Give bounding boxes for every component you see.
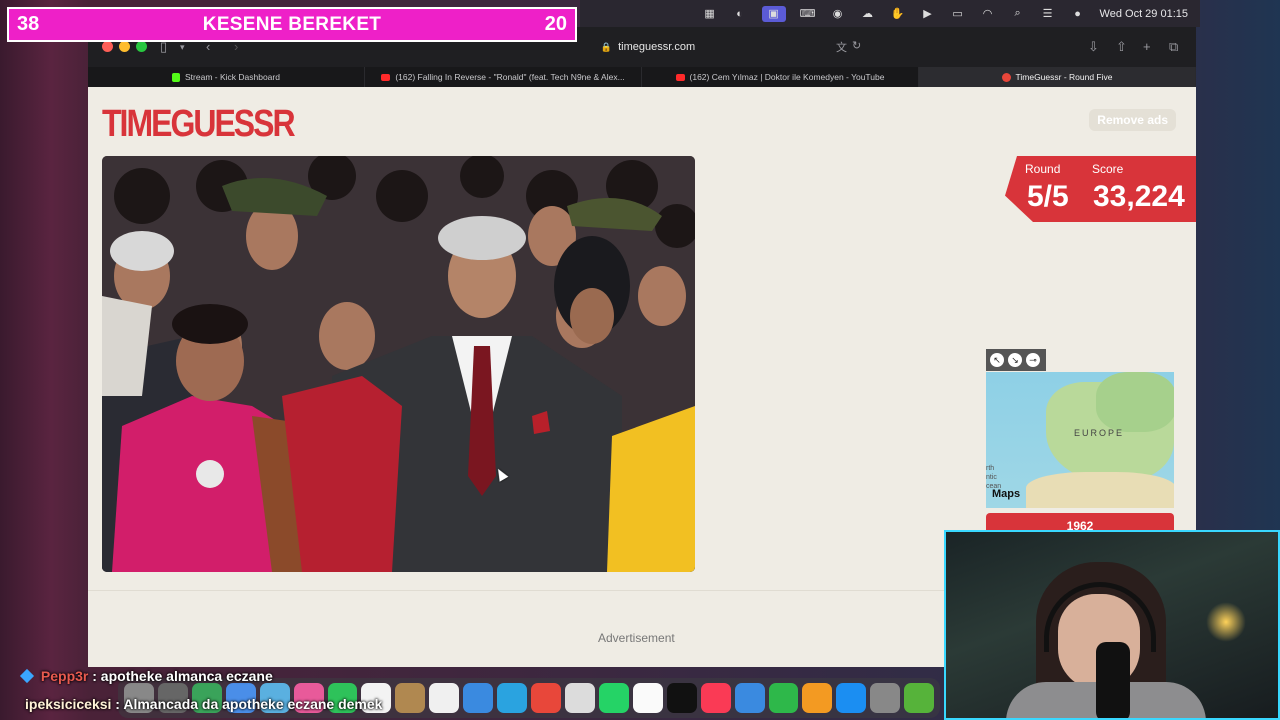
share-icon[interactable]: ⇧ (1116, 39, 1127, 55)
play-icon[interactable]: ▶ (920, 8, 936, 20)
pages-icon[interactable] (802, 683, 833, 713)
score-value: 33,224 (1093, 180, 1185, 213)
menubar-clock[interactable]: Wed Oct 29 01:15 (1100, 8, 1188, 20)
reload-icon[interactable]: ↻ (852, 39, 861, 52)
score-panel: Round 5/5 Score 33,224 (1005, 156, 1196, 222)
map-land (1026, 472, 1174, 508)
year-guess-button[interactable]: 1962 (986, 513, 1174, 533)
tab-timeguessr[interactable]: TimeGuessr - Round Five (919, 67, 1196, 87)
translate-icon[interactable]: 文 (836, 39, 847, 55)
timeguessr-icon (1001, 72, 1011, 82)
grid-icon[interactable]: ▦ (702, 8, 718, 20)
stream-banner: 38 KESENE BEREKET 20 (7, 7, 577, 42)
color-wheel-icon[interactable]: ◐ (732, 8, 748, 20)
search-icon[interactable]: ⌕ (1010, 7, 1026, 20)
chat-message: Pepp3r : apotheke almanca eczane (19, 668, 273, 684)
telegram-icon[interactable] (497, 683, 528, 713)
siri-icon[interactable]: ● (1070, 8, 1086, 20)
timeguessr-logo[interactable]: TIMEGUESSR (102, 97, 296, 149)
pin-map-icon[interactable]: ⊸ (1026, 353, 1040, 367)
reminders-icon[interactable] (429, 683, 460, 713)
map-tools: ↖ ↘ ⊸ (986, 349, 1046, 371)
remove-ads-button[interactable]: Remove ads (1089, 109, 1176, 131)
chevron-down-icon[interactable]: ▾ (180, 42, 185, 53)
tab-label: TimeGuessr - Round Five (1015, 72, 1113, 82)
system-settings-icon[interactable] (870, 683, 901, 713)
lock-icon: 🔒 (600, 41, 613, 52)
safari-icon[interactable] (463, 683, 494, 713)
menubar: ▦ ◐ ▣ ⌨ ◉ ☁ ✋ ▶ ▭ ◠ ⌕ ☰ ● Wed Oct 29 01:… (580, 0, 1200, 27)
close-window-icon[interactable] (102, 41, 113, 52)
freeform-icon[interactable] (632, 683, 663, 713)
notes-icon[interactable] (564, 683, 595, 713)
numbers-icon[interactable] (768, 683, 799, 713)
chat-text: : apotheke almanca eczane (92, 668, 273, 684)
contacts-icon[interactable] (395, 683, 426, 713)
chat-text: : Almancada da apotheke eczane demek (115, 696, 383, 712)
apple-tv-icon[interactable] (666, 683, 697, 713)
banner-left-number: 38 (17, 13, 40, 35)
maps-brand-text: Maps (992, 488, 1021, 500)
window-controls (102, 41, 147, 52)
eye-icon[interactable]: ◉ (830, 8, 846, 20)
lamp-glow (1206, 602, 1246, 642)
microphone-icon (1096, 642, 1130, 718)
crowd-photo-illustration (102, 156, 695, 572)
advertisement-label: Advertisement (598, 631, 675, 645)
chat-username: ipeksiciceksi (25, 696, 112, 712)
webcam-feed (944, 530, 1280, 720)
tab-cem-yilmaz[interactable]: (162) Cem Yılmaz | Doktor ile Komedyen -… (642, 67, 919, 87)
screen-share-icon[interactable]: ▣ (761, 5, 786, 22)
guess-map[interactable]: EUROPE rth ntic cean Maps (986, 372, 1174, 508)
control-center-icon[interactable]: ☰ (1040, 8, 1056, 20)
whatsapp-icon[interactable] (598, 683, 629, 713)
tab-kick-dashboard[interactable]: Stream - Kick Dashboard (88, 67, 365, 87)
keynote-icon[interactable] (734, 683, 765, 713)
tab-falling-in-reverse[interactable]: (162) Falling In Reverse - "Ronald" (fea… (365, 67, 642, 87)
url-text: timeguessr.com (618, 41, 696, 53)
keyboard-icon[interactable]: ⌨ (800, 8, 816, 20)
music-icon[interactable] (700, 683, 731, 713)
banner-title: KESENE BEREKET (202, 13, 382, 35)
score-label: Score (1092, 162, 1124, 176)
tab-label: (162) Cem Yılmaz | Doktor ile Komedyen -… (689, 72, 885, 82)
hand-icon[interactable]: ✋ (890, 8, 906, 20)
map-ocean-label: rth ntic cean (986, 465, 1002, 490)
round-value: 5/5 (1027, 180, 1069, 213)
kick-icon (172, 72, 181, 82)
expand-map-icon[interactable]: ↖ (990, 353, 1004, 367)
minimize-window-icon[interactable] (119, 41, 130, 52)
map-region-label: EUROPE (1074, 428, 1125, 438)
tab-label: (162) Falling In Reverse - "Ronald" (fea… (395, 72, 625, 82)
chat-message: ipeksiciceksi : Almancada da apotheke ec… (25, 696, 382, 712)
youtube-icon (675, 73, 685, 81)
cloud-icon[interactable]: ☁ (860, 8, 876, 20)
chat-badge-icon (19, 668, 35, 684)
map-land (1096, 372, 1174, 432)
shrink-map-icon[interactable]: ↘ (1008, 353, 1022, 367)
tab-bar: Stream - Kick Dashboard (162) Falling In… (88, 67, 1196, 87)
chrome-icon[interactable] (531, 683, 561, 713)
tab-label: Stream - Kick Dashboard (185, 72, 280, 82)
new-tab-icon[interactable]: + (1143, 39, 1151, 54)
download-icon[interactable]: ⇩ (1088, 39, 1099, 55)
tab-overview-icon[interactable]: ⧉ (1169, 39, 1178, 55)
maps-brand: Maps (992, 488, 1020, 500)
battery-icon[interactable]: ▭ (950, 8, 966, 20)
round-label: Round (1025, 162, 1061, 176)
youtube-icon (381, 73, 391, 81)
chat-username: Pepp3r (40, 668, 89, 684)
banner-right-number: 20 (544, 13, 567, 35)
round-photo (102, 156, 695, 572)
minecraft-icon[interactable] (904, 683, 935, 713)
maximize-window-icon[interactable] (136, 41, 147, 52)
app-store-icon[interactable] (836, 683, 867, 713)
wifi-icon[interactable]: ◠ (980, 8, 996, 20)
